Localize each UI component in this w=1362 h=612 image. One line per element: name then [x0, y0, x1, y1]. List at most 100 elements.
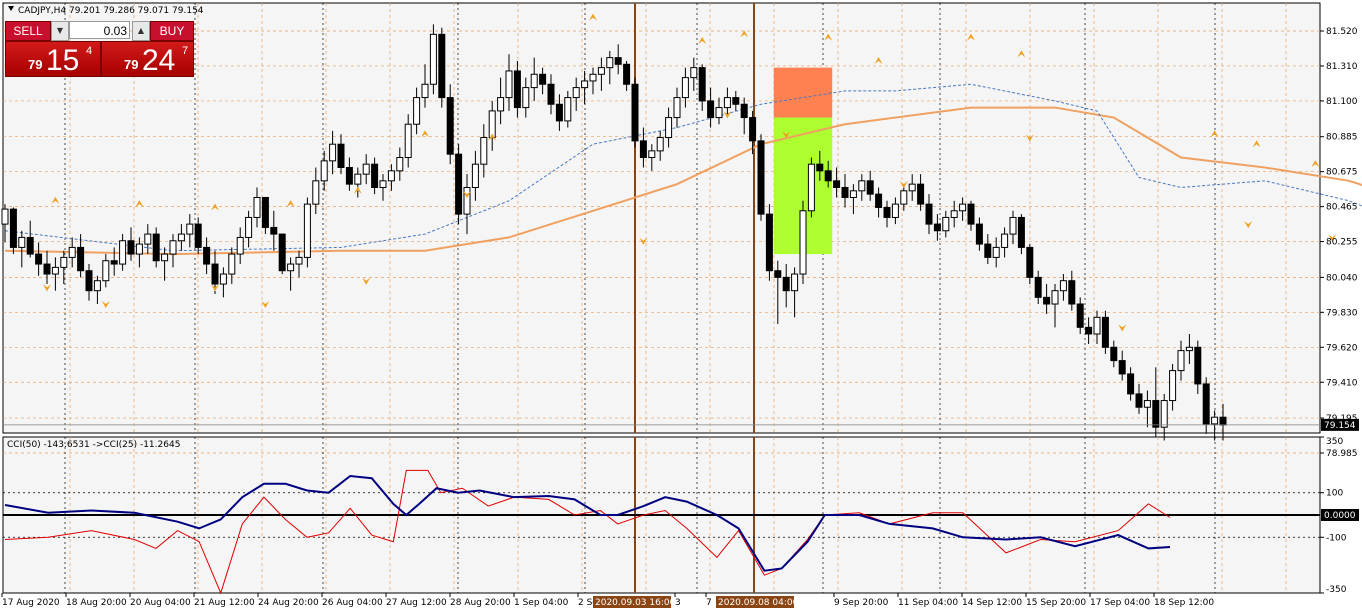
candle-body	[18, 236, 26, 248]
cci-tick-label: 100	[1326, 489, 1343, 499]
candle-body	[597, 67, 605, 75]
candle-body	[287, 263, 295, 272]
candle-body	[169, 240, 177, 255]
candle-body	[799, 210, 807, 275]
candle-body	[480, 137, 488, 165]
time-tick-label: 11 Sep 04:00	[898, 598, 958, 608]
candle-body	[530, 73, 538, 89]
price-tick-label: 80.465	[1326, 203, 1358, 213]
lot-increase-icon[interactable]: ▲	[132, 21, 150, 41]
candle-body	[471, 163, 479, 188]
candle-body	[698, 67, 706, 102]
price-tick-label: 79.620	[1326, 343, 1358, 353]
candle-body	[396, 157, 404, 172]
price-tick-label: 80.255	[1326, 238, 1358, 248]
chart-canvas[interactable]: 81.520 81.310 81.100 80.885 80.675 80.465 80.2…	[0, 0, 1362, 612]
candle-body	[446, 97, 454, 155]
price-tick-label: 81.310	[1326, 62, 1358, 72]
candle-body	[933, 223, 941, 232]
candle-body	[959, 203, 967, 212]
candle-body	[967, 203, 975, 225]
candle-body	[1026, 246, 1034, 278]
buy-price-button[interactable]: 79 24 7	[101, 41, 194, 77]
time-tick-label: 28 Aug 20:00	[450, 598, 511, 608]
time-tick-label: 18 Aug 20:00	[66, 598, 127, 608]
candle-body	[337, 143, 345, 169]
candle	[9, 207, 17, 255]
candle	[438, 27, 446, 108]
candle-body	[841, 186, 849, 198]
candle-body	[992, 246, 1000, 258]
candle-body	[1093, 316, 1101, 335]
lot-decrease-icon[interactable]: ▼	[51, 21, 69, 41]
candle	[807, 157, 815, 218]
candle-body	[505, 70, 513, 99]
candle-body	[60, 256, 68, 268]
candle-body	[1143, 400, 1151, 408]
candle-body	[203, 246, 211, 265]
candle-body	[362, 163, 370, 175]
candle	[765, 204, 773, 281]
time-tick-label: 17 Aug 2020	[2, 598, 60, 608]
sell-button[interactable]: SELL	[5, 21, 51, 41]
candle-body	[421, 83, 429, 99]
candle-body	[1101, 316, 1109, 348]
candle-body	[463, 186, 471, 215]
candle-body	[413, 97, 421, 125]
candle-body	[270, 226, 278, 235]
candle-body	[665, 117, 673, 139]
time-tick-label: 1 Sep 04:00	[514, 598, 569, 608]
indicator-label: CCI(50) -143.6531 ->CCI(25) -11.2645	[7, 440, 180, 450]
lot-size-input[interactable]: 0.03	[69, 21, 130, 39]
candle-body	[497, 97, 505, 112]
candle-body	[102, 260, 110, 282]
candle-body	[1169, 370, 1177, 402]
marker-time-label: 2020.09.08 04:00	[718, 598, 799, 608]
time-tick-label: 3	[675, 598, 681, 608]
candle-body	[681, 77, 689, 99]
candle-body	[908, 183, 916, 192]
candle-body	[295, 256, 303, 265]
candle-body	[1043, 296, 1051, 305]
candle-body	[110, 260, 118, 265]
candle	[799, 200, 807, 285]
buy-price-pip: 7	[182, 45, 189, 57]
candle-body	[211, 263, 219, 285]
sell-price-button[interactable]: 79 15 4	[5, 41, 101, 77]
candle-body	[93, 280, 101, 292]
candle-body	[581, 80, 589, 89]
candle-body	[555, 103, 563, 122]
candle-body	[883, 206, 891, 218]
candle-body	[858, 180, 866, 192]
candle-body	[1160, 400, 1168, 428]
candle-body	[900, 190, 908, 205]
candle-body	[1135, 393, 1143, 408]
price-tick-label: 79.830	[1326, 308, 1358, 318]
candle-body	[43, 263, 51, 275]
buy-button[interactable]: BUY	[150, 21, 194, 41]
candle-body	[765, 213, 773, 272]
candle-body	[1185, 346, 1193, 352]
candle-body	[715, 107, 723, 119]
candle-body	[1127, 373, 1135, 395]
candle-body	[732, 97, 740, 105]
time-tick-label: 18 Sep 12:00	[1154, 598, 1214, 608]
candle-body	[177, 233, 185, 242]
time-tick-label: 17 Sep 04:00	[1090, 598, 1150, 608]
candle-body	[522, 87, 530, 109]
candle-body	[404, 123, 412, 159]
candle-body	[1009, 216, 1017, 235]
time-tick-label: 14 Sep 12:00	[962, 598, 1022, 608]
price-tick-label: 81.520	[1326, 27, 1358, 37]
candle-body	[816, 163, 824, 172]
candle	[303, 197, 311, 268]
candle-body	[387, 170, 395, 182]
candle-body	[278, 233, 286, 272]
candle-body	[673, 97, 681, 119]
candle-body	[539, 73, 547, 85]
candle-body	[849, 190, 857, 198]
stop-loss-zone	[773, 67, 833, 118]
candle-body	[707, 100, 715, 119]
candle-body	[253, 196, 261, 218]
candle-body	[639, 140, 647, 159]
